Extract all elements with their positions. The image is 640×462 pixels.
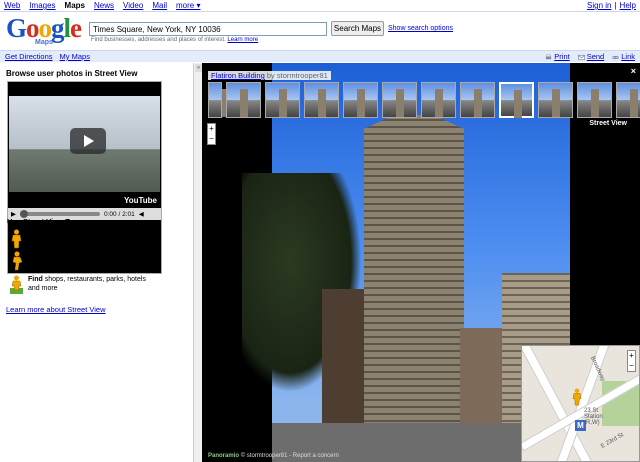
metro-station-icon: M [575, 420, 586, 431]
help-link[interactable]: Help [620, 1, 636, 10]
link-action[interactable]: Link [612, 52, 635, 61]
collapse-panel-button[interactable]: « [195, 64, 202, 72]
pegman-find-icon [10, 275, 23, 294]
use-item-text: Find shops, restaurants, parks, hotels a… [28, 275, 157, 295]
sign-in-link[interactable]: Sign in [587, 1, 611, 10]
get-directions-link[interactable]: Get Directions [5, 52, 53, 61]
printer-icon [546, 54, 552, 59]
pegman-icon[interactable] [570, 388, 584, 406]
photo-thumbnail-strip [208, 82, 640, 118]
use-item-bold: View [28, 230, 44, 237]
learn-more-link[interactable]: Learn more [227, 37, 258, 43]
pegman-icon [11, 229, 22, 249]
map-zoom-out-button[interactable]: − [628, 361, 635, 371]
zoom-out-button[interactable]: − [208, 134, 215, 144]
street-view-label: Street View [589, 120, 627, 127]
photo-footer: Panoramio © stormtrooper81 - Report a co… [208, 453, 339, 459]
zoom-control: + − [207, 123, 216, 145]
street-view-panel[interactable]: Flatiron Building by stormtrooper81 × St… [202, 63, 640, 462]
my-maps-link[interactable]: My Maps [60, 52, 90, 61]
use-item-bold: Take virtual walks [28, 252, 88, 259]
play-overlay-icon[interactable] [70, 128, 106, 154]
video-time: 0:00 / 2:01 [104, 210, 135, 218]
print-action[interactable]: Print [545, 52, 570, 61]
use-item-text: View street level photographs [28, 229, 121, 249]
send-link[interactable]: Send [587, 52, 605, 61]
photo-thumbnail[interactable] [460, 82, 495, 118]
photo-thumbnail[interactable] [208, 82, 230, 118]
pegman-walking-icon [12, 251, 23, 271]
use-item-walk: Take virtual walks; pan, rotate and zoom… [9, 251, 157, 271]
nav-separator: | [614, 1, 617, 10]
use-item-find: Find shops, restaurants, parks, hotels a… [9, 275, 157, 295]
panel-title: Browse user photos in Street View [6, 69, 138, 78]
use-item-text: Take virtual walks; pan, rotate and zoom… [28, 251, 157, 271]
photo-author: by stormtrooper81 [266, 71, 328, 80]
nav-news[interactable]: News [94, 1, 114, 10]
use-item-rest: shops, restaurants, parks, hotels and mo… [28, 276, 146, 292]
nav-more[interactable]: more ▾ [176, 1, 200, 10]
top-navigation: Web Images Maps News Video Mail more ▾ S… [0, 0, 640, 11]
photo-thumbnail[interactable] [577, 82, 612, 118]
use-item-bold: Find [28, 276, 43, 283]
link-link[interactable]: Link [621, 52, 635, 61]
logo-sub: Maps [35, 39, 53, 46]
search-input[interactable] [89, 22, 327, 36]
use-item-rest: street level photographs [43, 230, 121, 237]
nav-divider [0, 11, 640, 12]
photo-thumbnail[interactable] [265, 82, 300, 118]
panoramio-logo: Panoramio [208, 453, 240, 459]
photo-thumbnail[interactable] [226, 82, 261, 118]
close-icon[interactable]: × [631, 66, 636, 76]
photo-caption: Flatiron Building by stormtrooper81 [208, 71, 331, 80]
photo-thumbnail[interactable] [304, 82, 339, 118]
link-bar: Get Directions My Maps Print Send Link [0, 50, 640, 62]
photo-thumbnail-selected[interactable] [499, 82, 534, 118]
uses-title: Use Street View To: [7, 217, 77, 226]
search-hint-text: Find businesses, addresses and places of… [91, 37, 226, 43]
photo-title-link[interactable]: Flatiron Building [211, 71, 265, 80]
video-progress-bar[interactable] [20, 210, 100, 218]
google-maps-logo[interactable]: Google Maps [6, 15, 86, 47]
nav-video[interactable]: Video [123, 1, 143, 10]
account-links: Sign in | Help [587, 1, 636, 10]
zoom-in-button[interactable]: + [208, 124, 215, 134]
search-hint: Find businesses, addresses and places of… [91, 37, 258, 43]
map-zoom-control: + − [627, 350, 636, 372]
left-panel: Browse user photos in Street View YouTub… [0, 63, 193, 462]
photo-credit[interactable]: © stormtrooper81 - Report a concern [241, 453, 339, 459]
share-links: Print Send Link [545, 52, 635, 61]
photo-thumbnail[interactable] [538, 82, 573, 118]
chain-link-icon [612, 55, 619, 59]
youtube-logo: YouTube [123, 196, 157, 205]
send-action[interactable]: Send [577, 52, 605, 61]
nav-maps[interactable]: Maps [65, 1, 85, 10]
map-zoom-in-button[interactable]: + [628, 351, 635, 361]
map-street-label: E 23rd St [600, 432, 625, 450]
nav-web[interactable]: Web [4, 1, 20, 10]
learn-more-street-view-link[interactable]: Learn more about Street View [6, 305, 106, 314]
photo-thumbnail[interactable] [343, 82, 378, 118]
panel-divider[interactable]: « [193, 63, 202, 462]
nav-mail[interactable]: Mail [152, 1, 167, 10]
search-maps-button[interactable]: Search Maps [331, 21, 384, 36]
photo-thumbnail[interactable] [421, 82, 456, 118]
nav-images[interactable]: Images [29, 1, 55, 10]
photo-thumbnail[interactable] [382, 82, 417, 118]
envelope-icon [577, 54, 585, 60]
volume-icon[interactable]: ◀ [139, 210, 144, 218]
map-station-label: 23 St Station (R,W) [584, 408, 603, 426]
print-link[interactable]: Print [554, 52, 569, 61]
flatiron-building-image [364, 115, 464, 462]
search-options-link[interactable]: Show search options [388, 25, 453, 32]
mini-map[interactable]: Broadway 23 St Station (R,W) E 23rd St M… [521, 345, 640, 462]
use-item-view: View street level photographs [9, 229, 157, 249]
street-view-thumbnail[interactable] [616, 82, 640, 118]
